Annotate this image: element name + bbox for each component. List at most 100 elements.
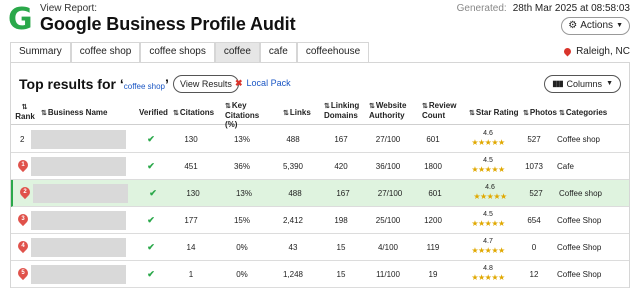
cell-website-authority: 27/100 — [375, 135, 401, 144]
star-rating: 4.5 ★★★★★ — [459, 210, 517, 232]
star-rating: 4.6 ★★★★★ — [461, 183, 519, 205]
cell-citations: 451 — [184, 162, 198, 171]
col-key-citations[interactable]: ⇅Key Citations (%) — [225, 101, 271, 129]
business-name-redacted[interactable] — [31, 238, 126, 257]
cell-website-authority: 4/100 — [377, 243, 399, 252]
col-citations[interactable]: ⇅Citations — [173, 108, 214, 118]
rank-pin-icon: 2 — [17, 184, 33, 200]
col-verified[interactable]: Verified — [139, 108, 168, 117]
cell-website-authority: 27/100 — [377, 189, 403, 198]
sort-icon: ⇅ — [324, 103, 330, 110]
panel-heading-text: Top results for — [19, 76, 116, 92]
cell-linking-domains: 167 — [334, 135, 348, 144]
star-rating: 4.8 ★★★★★ — [459, 264, 517, 286]
map-pin-icon — [562, 46, 573, 57]
table-row[interactable]: 5 ✔ 1 0% 1,248 15 11/100 19 4.8 ★★★★★ 12 Coffee Sho… — [11, 261, 629, 288]
cell-category: Coffee Shop — [557, 216, 602, 225]
col-review-count[interactable]: ⇅Review Count — [422, 101, 462, 120]
sort-icon: ⇅ — [225, 103, 231, 110]
col-business-name-label: Business Name — [47, 108, 108, 117]
col-links[interactable]: ⇅Links — [283, 108, 311, 118]
cell-citations: 130 — [184, 135, 198, 144]
business-name-redacted[interactable] — [31, 130, 126, 149]
tab-coffee-shop[interactable]: coffee shop — [70, 42, 141, 62]
rank-pin-icon: 3 — [15, 211, 31, 227]
cell-website-authority: 25/100 — [375, 216, 401, 225]
business-name-redacted[interactable] — [33, 184, 128, 203]
tab-coffee-shops[interactable]: coffee shops — [140, 42, 215, 62]
col-star-rating-label: Star Rating — [475, 108, 519, 117]
cell-key-citations: 0% — [236, 243, 248, 252]
col-rank[interactable]: ⇅ Rank — [15, 102, 35, 121]
rating-value: 4.6 — [485, 184, 495, 191]
business-name-redacted[interactable] — [31, 265, 126, 284]
col-links-label: Links — [289, 108, 311, 117]
rank-number: 2 — [23, 189, 27, 195]
tab-coffeehouse[interactable]: coffeehouse — [296, 42, 370, 62]
cell-review-count: 1800 — [424, 162, 442, 171]
col-business-name[interactable]: ⇅Business Name — [41, 108, 107, 118]
business-name-redacted[interactable] — [31, 157, 126, 176]
cell-review-count: 1200 — [424, 216, 442, 225]
table-header: ⇅ Rank ⇅Business Name Verified ⇅Citations… — [11, 100, 629, 129]
table-row[interactable]: 2 ✔ 130 13% 488 167 27/100 601 4.6 ★★★★★ 527 Coffee… — [11, 126, 629, 153]
view-results-button[interactable]: View Results — [173, 75, 239, 93]
results-panel: Top results for ‘coffee shop’ View Resul… — [10, 62, 630, 288]
cell-website-authority: 36/100 — [375, 162, 401, 171]
col-website-authority[interactable]: ⇅Website Authority — [369, 101, 417, 120]
stars-icon: ★★★★★ — [471, 273, 505, 282]
cell-links: 5,390 — [282, 162, 304, 171]
generated-date: 28th Mar 2025 at 08:58:03 — [512, 3, 630, 14]
star-rating: 4.6 ★★★★★ — [459, 129, 517, 151]
rank-number: 1 — [21, 162, 25, 168]
stars-icon: ★★★★★ — [471, 219, 505, 228]
sort-icon: ⇅ — [41, 110, 47, 117]
col-categories[interactable]: ⇅Categories — [559, 108, 607, 118]
cell-category: Cafe — [557, 162, 574, 171]
business-name-redacted[interactable] — [31, 211, 126, 230]
local-pack-toggle[interactable]: ✖ Local Pack — [235, 78, 291, 89]
verified-check-icon: ✔ — [147, 269, 155, 279]
tab-summary[interactable]: Summary — [10, 42, 71, 62]
quote-close: ’ — [164, 76, 169, 92]
cell-citations: 177 — [184, 216, 198, 225]
cell-links: 1,248 — [282, 270, 304, 279]
col-photos-label: Photos — [529, 108, 557, 117]
cell-links: 488 — [286, 135, 300, 144]
cell-linking-domains: 15 — [336, 243, 346, 252]
cell-citations: 1 — [188, 270, 194, 279]
cell-review-count: 601 — [428, 189, 442, 198]
actions-button[interactable]: ⚙ Actions ▼ — [561, 17, 630, 35]
verified-check-icon: ✔ — [147, 161, 155, 171]
table-row[interactable]: 1 ✔ 451 36% 5,390 420 36/100 1800 4.5 ★★★★★ 1073 Ca… — [11, 153, 629, 180]
table-row[interactable]: 2 ✔ 130 13% 488 167 27/100 601 4.6 ★★★★★ 527 Coffee… — [11, 180, 629, 207]
cell-review-count: 119 — [426, 243, 440, 252]
stars-icon: ★★★★★ — [471, 246, 505, 255]
col-verified-label: Verified — [139, 108, 168, 117]
cell-key-citations: 0% — [236, 270, 248, 279]
tab-coffee[interactable]: coffee — [214, 42, 260, 62]
sort-icon: ⇅ — [21, 104, 28, 111]
brand-logo-icon: G — [8, 2, 33, 37]
col-photos[interactable]: ⇅Photos — [523, 108, 557, 118]
rank-number: 5 — [21, 270, 25, 276]
rank-number: 4 — [21, 243, 25, 249]
verified-check-icon: ✔ — [149, 188, 157, 198]
columns-button[interactable]: ▮▮▮ Columns ▼ — [544, 75, 621, 93]
rating-value: 4.5 — [483, 211, 493, 218]
col-linking-domains[interactable]: ⇅Linking Domains — [324, 101, 366, 120]
keyword-link[interactable]: coffee shop — [124, 82, 165, 91]
tab-cafe[interactable]: cafe — [259, 42, 297, 62]
rating-value: 4.8 — [483, 265, 493, 272]
cell-category: Coffee Shop — [557, 243, 602, 252]
sort-icon: ⇅ — [369, 103, 375, 110]
cell-citations: 130 — [186, 189, 200, 198]
gear-icon: ⚙ — [568, 20, 578, 31]
generated-label: Generated: — [456, 3, 507, 14]
table-row[interactable]: 3 ✔ 177 15% 2,412 198 25/100 1200 4.5 ★★★★★ 654 Cof… — [11, 207, 629, 234]
view-report-label: View Report: — [40, 3, 98, 14]
cell-linking-domains: 420 — [334, 162, 348, 171]
cell-photos: 654 — [527, 216, 541, 225]
table-row[interactable]: 4 ✔ 14 0% 43 15 4/100 119 4.7 ★★★★★ 0 Coffee Shop — [11, 234, 629, 261]
col-star-rating[interactable]: ⇅Star Rating — [469, 108, 519, 118]
